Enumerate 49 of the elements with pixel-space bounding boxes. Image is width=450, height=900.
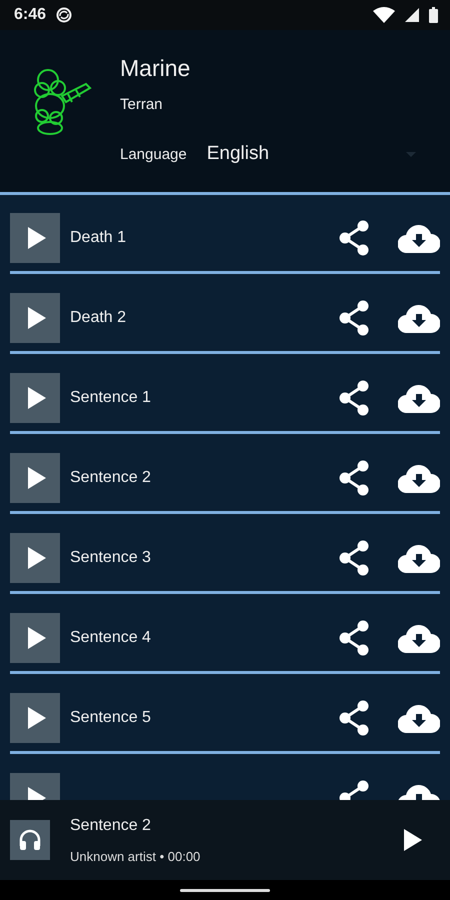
language-dropdown[interactable]: English [206,143,406,165]
headphones-icon [10,820,50,860]
play-button[interactable] [10,293,60,343]
share-button[interactable] [338,380,370,416]
play-icon [28,707,46,729]
language-label: Language [120,146,187,162]
play-button[interactable] [10,613,60,663]
now-playing-title: Sentence 2 [70,816,152,834]
play-icon [28,307,46,329]
unit-name: Marine [120,55,192,82]
now-playing-subtitle: Unknown artist • 00:00 [70,848,202,864]
wifi-icon [373,7,395,23]
share-button[interactable] [338,620,370,656]
sound-title: Sentence 4 [70,629,152,647]
sync-icon [56,7,72,23]
play-icon [404,829,422,851]
play-icon [28,547,46,569]
play-icon [28,467,46,489]
battery-icon [429,7,438,23]
sound-title: Sentence 2 [70,469,152,487]
download-button[interactable] [398,223,440,253]
play-button[interactable] [10,453,60,503]
download-button[interactable] [398,623,440,653]
share-button[interactable] [338,460,370,496]
download-button[interactable] [398,303,440,333]
sound-title: Sentence 3 [70,549,152,567]
share-button[interactable] [338,220,370,256]
share-button[interactable] [338,540,370,576]
download-button[interactable] [398,703,440,733]
play-button[interactable] [10,693,60,743]
play-icon [28,627,46,649]
clock: 6:46 [14,6,46,24]
download-button[interactable] [398,463,440,493]
sound-title: Death 2 [70,309,128,327]
play-button[interactable] [10,213,60,263]
unit-race: Terran [120,96,164,113]
sound-title: Sentence 5 [70,709,152,727]
play-button[interactable] [10,533,60,583]
signal-icon [405,8,419,22]
home-handle[interactable] [180,888,270,892]
download-button[interactable] [398,543,440,573]
share-button[interactable] [338,700,370,736]
sound-title: Death 1 [70,229,128,247]
play-icon [28,227,46,249]
sound-title: Sentence 1 [70,389,152,407]
play-button[interactable] [10,373,60,423]
download-button[interactable] [398,383,440,413]
play-icon [28,387,46,409]
share-button[interactable] [338,300,370,336]
